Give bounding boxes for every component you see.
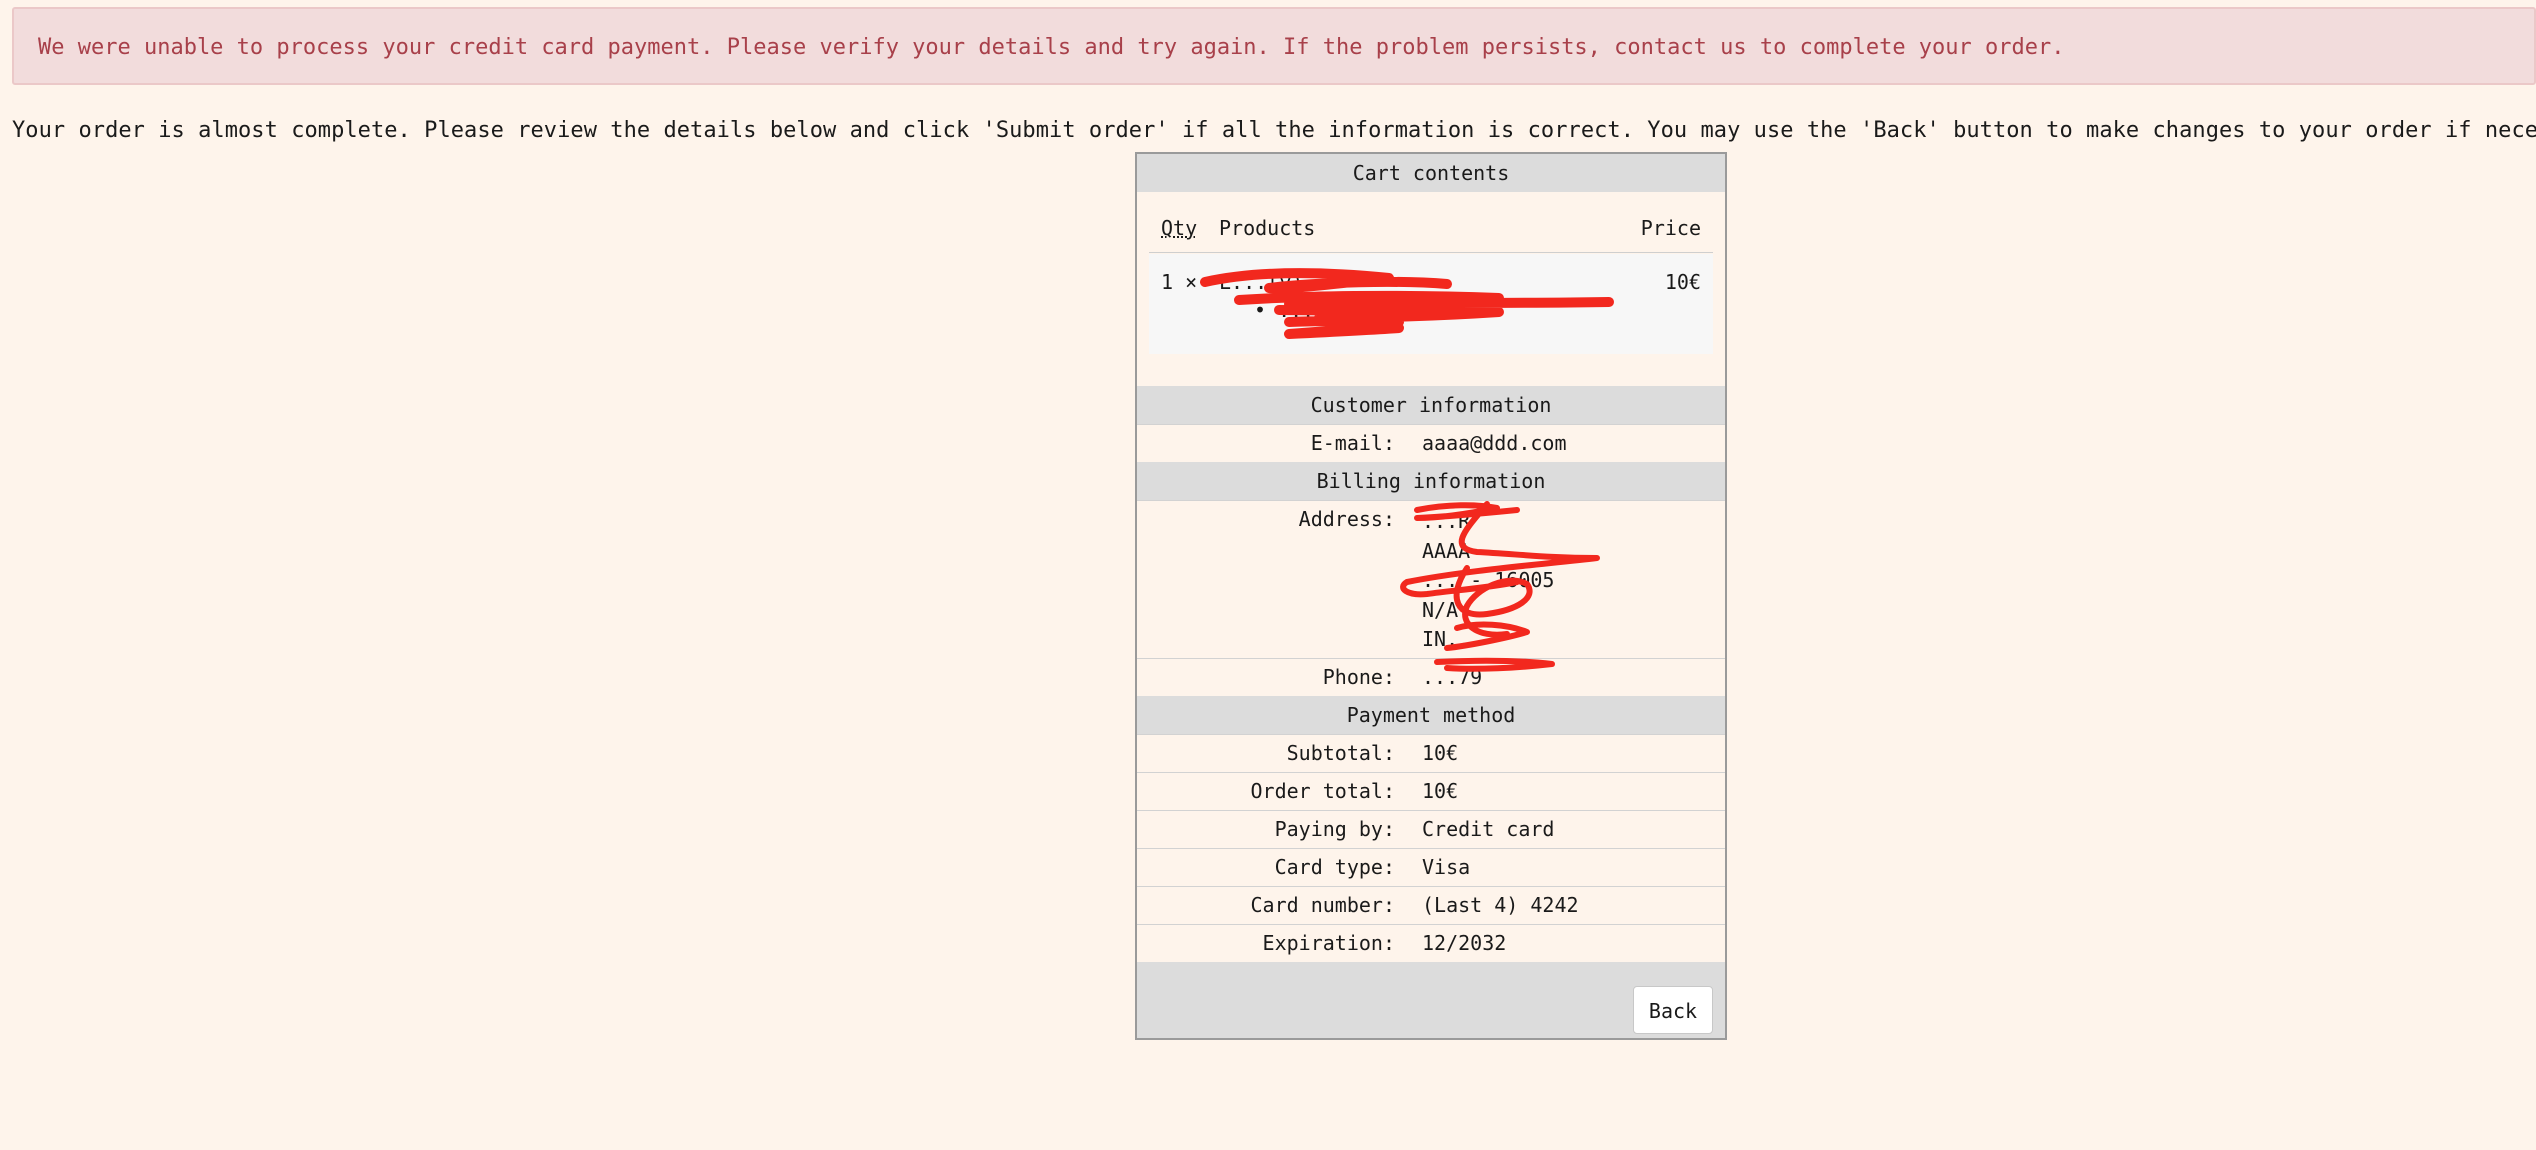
qty-column-header: Qty [1161,216,1198,240]
paying-by-row: Paying by: Credit card [1137,810,1725,848]
payment-method-header: Payment method [1137,696,1725,734]
payment-error-alert: We were unable to process your credit ca… [12,7,2536,85]
cart-item-row: 1 × L...ly) • ...ct 10€ [1149,254,1713,354]
expiration-row: Expiration: 12/2032 [1137,924,1725,962]
payment-error-message: We were unable to process your credit ca… [38,35,2065,60]
address-line-2: AAAA [1422,538,1471,563]
subtotal-label: Subtotal: [1286,741,1395,765]
review-instructions: Your order is almost complete. Please re… [12,118,2536,143]
address-row: Address: ...R AAAA ... - 16005 N/A IN... [1137,500,1725,658]
price-column-header: Price [1640,216,1701,240]
cart-item-name: L...ly) [1219,270,1304,294]
cart-item-price: 10€ [1664,270,1701,294]
email-value: aaaa@ddd.com [1422,431,1567,455]
card-type-label: Card type: [1274,855,1395,879]
checkout-review-page: We were unable to process your credit ca… [0,0,2536,1150]
email-label: E-mail: [1310,431,1395,455]
customer-info-header: Customer information [1137,386,1725,424]
order-total-row: Order total: 10€ [1137,772,1725,810]
subtotal-value: 10€ [1422,741,1459,765]
expiration-value: 12/2032 [1422,931,1507,955]
order-review-panel: Cart contents Qty Products Price 1 × L..… [1135,152,1727,1040]
paying-by-value: Credit card [1422,817,1555,841]
cart-table-header: Qty Products Price [1149,202,1713,253]
billing-info-header: Billing information [1137,462,1725,500]
paying-by-label: Paying by: [1274,817,1395,841]
card-type-row: Card type: Visa [1137,848,1725,886]
order-actions-footer: Back [1137,962,1725,1038]
order-total-value: 10€ [1422,779,1459,803]
cart-contents-header: Cart contents [1137,154,1725,192]
address-line-3: ... - 16005 [1422,568,1555,592]
phone-row: Phone: ...79 [1137,658,1725,696]
card-number-row: Card number: (Last 4) 4242 [1137,886,1725,924]
cart-item-attribute: • ...ct [1254,298,1339,322]
cart-item-qty: 1 × [1161,270,1198,294]
address-line-5: IN... [1422,627,1483,651]
address-line-1: ...R [1422,509,1471,533]
email-row: E-mail: aaaa@ddd.com [1137,424,1725,462]
card-number-label: Card number: [1250,893,1396,917]
subtotal-row: Subtotal: 10€ [1137,734,1725,772]
phone-label: Phone: [1322,665,1395,689]
address-label: Address: [1298,507,1395,531]
expiration-label: Expiration: [1262,931,1395,955]
card-number-value: (Last 4) 4242 [1422,893,1579,917]
address-line-4: N/A [1422,597,1459,622]
order-total-label: Order total: [1250,779,1396,803]
products-column-header: Products [1219,216,1316,240]
card-type-value: Visa [1422,855,1471,879]
phone-value: ...79 [1422,665,1483,689]
address-block: ...R AAAA ... - 16005 N/A IN... [1422,507,1554,655]
back-button[interactable]: Back [1633,986,1713,1034]
